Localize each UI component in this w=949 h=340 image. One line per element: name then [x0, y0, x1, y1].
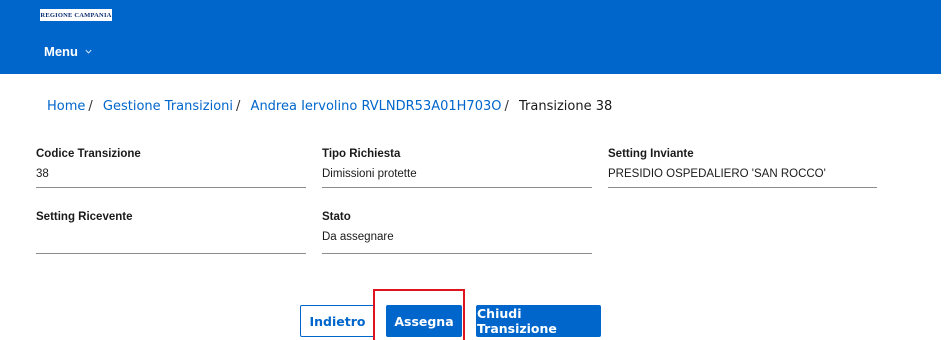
field-value[interactable]: PRESIDIO OSPEDALIERO 'SAN ROCCO' — [608, 168, 877, 180]
breadcrumb: Home / Gestione Transizioni / Andrea Iervo… — [47, 99, 612, 114]
field-stato: Stato Da assegnare — [322, 211, 592, 254]
field-label: Tipo Richiesta — [322, 148, 401, 160]
field-label: Stato — [322, 211, 351, 223]
field-value[interactable]: 38 — [36, 168, 306, 180]
field-codice-transizione: Codice Transizione 38 — [36, 148, 306, 188]
breadcrumb-separator: / — [504, 99, 509, 114]
breadcrumb-patient[interactable]: Andrea Iervolino RVLNDR53A01H703O — [251, 99, 502, 114]
field-label: Setting Inviante — [608, 148, 694, 160]
breadcrumb-gestione-transizioni[interactable]: Gestione Transizioni — [103, 99, 233, 114]
chevron-down-icon — [85, 49, 92, 54]
menu-label: Menu — [44, 44, 78, 59]
field-value[interactable]: Dimissioni protette — [322, 168, 592, 180]
menu-button[interactable]: Menu — [44, 44, 93, 59]
field-value[interactable]: Da assegnare — [322, 231, 592, 243]
breadcrumb-separator: / — [88, 99, 93, 114]
breadcrumb-separator: / — [236, 99, 241, 114]
back-button[interactable]: Indietro — [300, 305, 375, 337]
field-setting-ricevente: Setting Ricevente — [36, 211, 306, 254]
assign-button[interactable]: Assegna — [386, 305, 462, 337]
field-setting-inviante: Setting Inviante PRESIDIO OSPEDALIERO 'S… — [608, 148, 877, 188]
breadcrumb-current: Transizione 38 — [519, 99, 613, 114]
close-transition-button[interactable]: Chiudi Transizione — [476, 305, 601, 337]
breadcrumb-home[interactable]: Home — [47, 99, 85, 114]
field-label: Setting Ricevente — [36, 211, 133, 223]
field-label: Codice Transizione — [36, 148, 141, 160]
field-tipo-richiesta: Tipo Richiesta Dimissioni protette — [322, 148, 592, 188]
regione-campania-logo[interactable]: REGIONE CAMPANIA — [40, 9, 112, 21]
top-header: REGIONE CAMPANIA Menu — [0, 0, 941, 74]
